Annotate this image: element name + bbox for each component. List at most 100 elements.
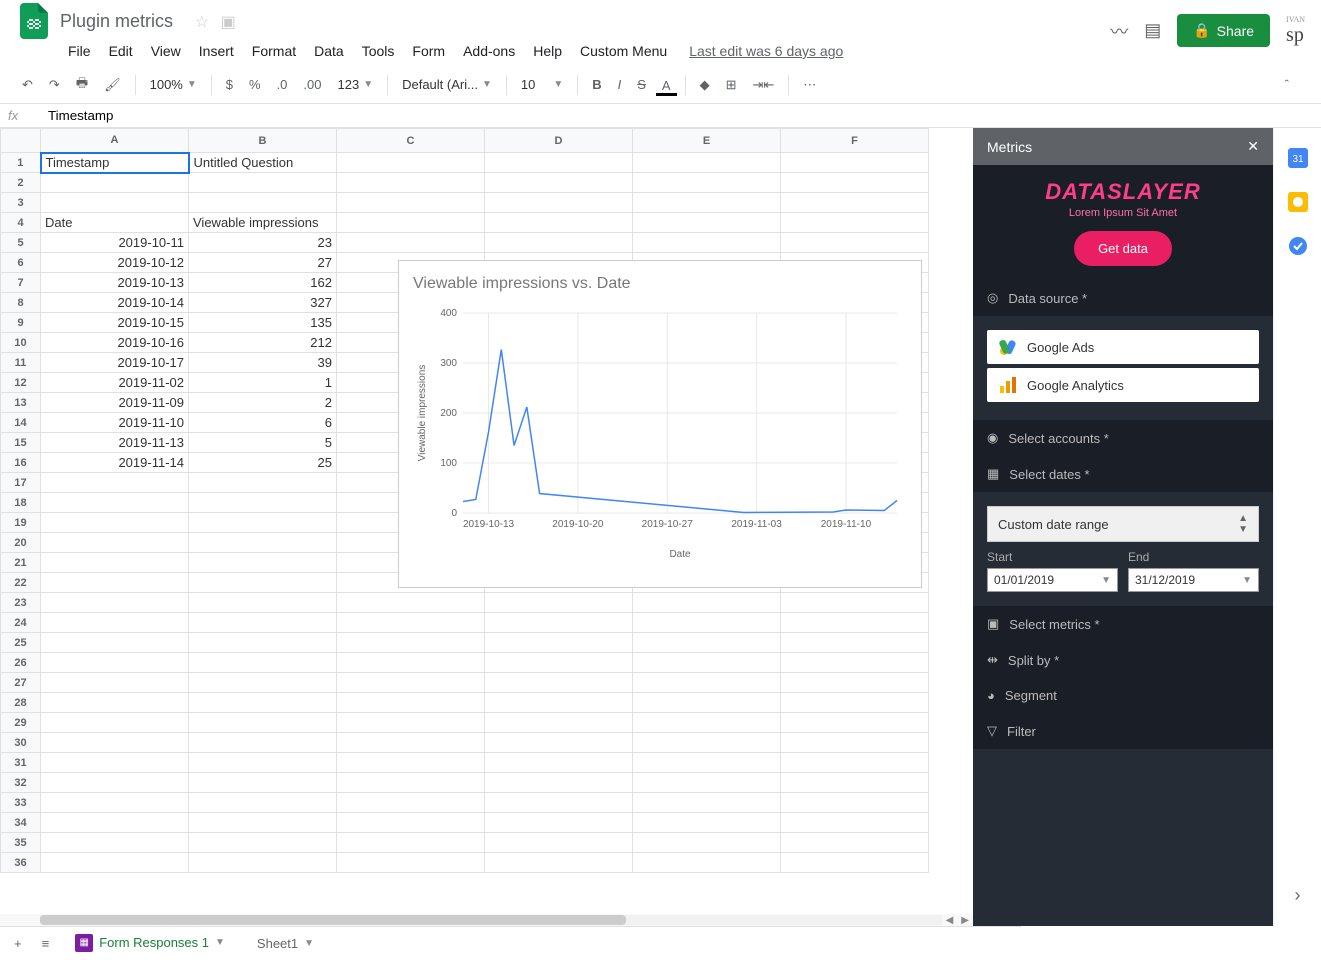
cell-E30[interactable] (633, 733, 781, 753)
cell-D36[interactable] (485, 853, 633, 873)
menu-custom[interactable]: Custom Menu (572, 39, 675, 63)
cell-A33[interactable] (41, 793, 189, 813)
paint-format-icon[interactable]: 🖌 (98, 73, 127, 97)
cell-B16[interactable]: 25 (189, 453, 337, 473)
star-icon[interactable]: ☆ (195, 14, 209, 31)
select-all-corner[interactable] (1, 129, 41, 153)
row-header-29[interactable]: 29 (1, 713, 41, 733)
cell-A1[interactable]: Timestamp (41, 153, 189, 173)
cell-E2[interactable] (633, 173, 781, 193)
italic-icon[interactable]: I (612, 73, 628, 96)
tasks-app-icon[interactable] (1288, 236, 1308, 256)
row-header-25[interactable]: 25 (1, 633, 41, 653)
move-folder-icon[interactable]: ▣ (221, 14, 236, 31)
row-header-19[interactable]: 19 (1, 513, 41, 533)
cell-D1[interactable] (485, 153, 633, 173)
row-header-27[interactable]: 27 (1, 673, 41, 693)
redo-icon[interactable]: ↷ (43, 73, 66, 97)
row-header-15[interactable]: 15 (1, 433, 41, 453)
cell-C27[interactable] (337, 673, 485, 693)
row-header-30[interactable]: 30 (1, 733, 41, 753)
undo-icon[interactable]: ↶ (16, 73, 39, 97)
cell-B25[interactable] (189, 633, 337, 653)
cell-D2[interactable] (485, 173, 633, 193)
get-data-button[interactable]: Get data (1074, 231, 1172, 266)
cell-C2[interactable] (337, 173, 485, 193)
cell-D3[interactable] (485, 193, 633, 213)
comments-icon[interactable]: ▤ (1144, 20, 1161, 41)
cell-B28[interactable] (189, 693, 337, 713)
cell-A29[interactable] (41, 713, 189, 733)
cell-F27[interactable] (781, 673, 929, 693)
cell-E4[interactable] (633, 213, 781, 233)
cell-B35[interactable] (189, 833, 337, 853)
row-header-34[interactable]: 34 (1, 813, 41, 833)
row-header-26[interactable]: 26 (1, 653, 41, 673)
cell-A31[interactable] (41, 753, 189, 773)
menu-edit[interactable]: Edit (101, 39, 141, 63)
cell-A24[interactable] (41, 613, 189, 633)
row-header-10[interactable]: 10 (1, 333, 41, 353)
cell-B31[interactable] (189, 753, 337, 773)
cell-A2[interactable] (41, 173, 189, 193)
cell-D31[interactable] (485, 753, 633, 773)
cell-F1[interactable] (781, 153, 929, 173)
font-select[interactable]: Default (Ari...▼ (396, 75, 498, 94)
cell-A36[interactable] (41, 853, 189, 873)
cell-E3[interactable] (633, 193, 781, 213)
scroll-left-icon[interactable]: ◀ (942, 915, 958, 926)
cell-A30[interactable] (41, 733, 189, 753)
cell-D27[interactable] (485, 673, 633, 693)
sheets-logo[interactable] (16, 3, 52, 39)
increase-decimal-icon[interactable]: .00 (297, 73, 327, 96)
sheet-tab-sheet1[interactable]: Sheet1 ▼ (245, 930, 326, 957)
cell-E23[interactable] (633, 593, 781, 613)
sheet-tab-form-responses[interactable]: ▦ Form Responses 1 ▼ (63, 928, 237, 960)
cell-C32[interactable] (337, 773, 485, 793)
cell-B13[interactable]: 2 (189, 393, 337, 413)
cell-E28[interactable] (633, 693, 781, 713)
cell-C26[interactable] (337, 653, 485, 673)
cell-E29[interactable] (633, 713, 781, 733)
cell-B22[interactable] (189, 573, 337, 593)
cell-E32[interactable] (633, 773, 781, 793)
text-color-icon[interactable]: A (656, 74, 677, 96)
share-button[interactable]: 🔒 Share (1177, 14, 1270, 47)
col-header-A[interactable]: A (41, 129, 189, 153)
section-filter[interactable]: ▽ Filter (973, 713, 1273, 749)
cell-A15[interactable]: 2019-11-13 (41, 433, 189, 453)
cell-E33[interactable] (633, 793, 781, 813)
menu-data[interactable]: Data (306, 39, 352, 63)
cell-B2[interactable] (189, 173, 337, 193)
row-header-24[interactable]: 24 (1, 613, 41, 633)
date-range-select[interactable]: Custom date range ▲▼ (987, 506, 1259, 542)
cell-A11[interactable]: 2019-10-17 (41, 353, 189, 373)
cell-A4[interactable]: Date (41, 213, 189, 233)
cell-B33[interactable] (189, 793, 337, 813)
cell-F34[interactable] (781, 813, 929, 833)
cell-B15[interactable]: 5 (189, 433, 337, 453)
cell-C1[interactable] (337, 153, 485, 173)
formula-input[interactable] (40, 106, 1313, 125)
cell-F5[interactable] (781, 233, 929, 253)
col-header-D[interactable]: D (485, 129, 633, 153)
cell-B10[interactable]: 212 (189, 333, 337, 353)
cell-B11[interactable]: 39 (189, 353, 337, 373)
cell-B4[interactable]: Viewable impressions (189, 213, 337, 233)
cell-F4[interactable] (781, 213, 929, 233)
col-header-F[interactable]: F (781, 129, 929, 153)
row-header-31[interactable]: 31 (1, 753, 41, 773)
cell-D34[interactable] (485, 813, 633, 833)
cell-F25[interactable] (781, 633, 929, 653)
cell-A14[interactable]: 2019-11-10 (41, 413, 189, 433)
calendar-app-icon[interactable]: 31 (1288, 148, 1308, 168)
row-header-14[interactable]: 14 (1, 413, 41, 433)
section-datasource[interactable]: ◎ Data source * (973, 280, 1273, 316)
row-header-18[interactable]: 18 (1, 493, 41, 513)
cell-D29[interactable] (485, 713, 633, 733)
doc-title[interactable]: Plugin metrics (60, 11, 173, 32)
cell-D23[interactable] (485, 593, 633, 613)
datasource-google-analytics[interactable]: Google Analytics (987, 368, 1259, 402)
cell-A6[interactable]: 2019-10-12 (41, 253, 189, 273)
cell-D26[interactable] (485, 653, 633, 673)
